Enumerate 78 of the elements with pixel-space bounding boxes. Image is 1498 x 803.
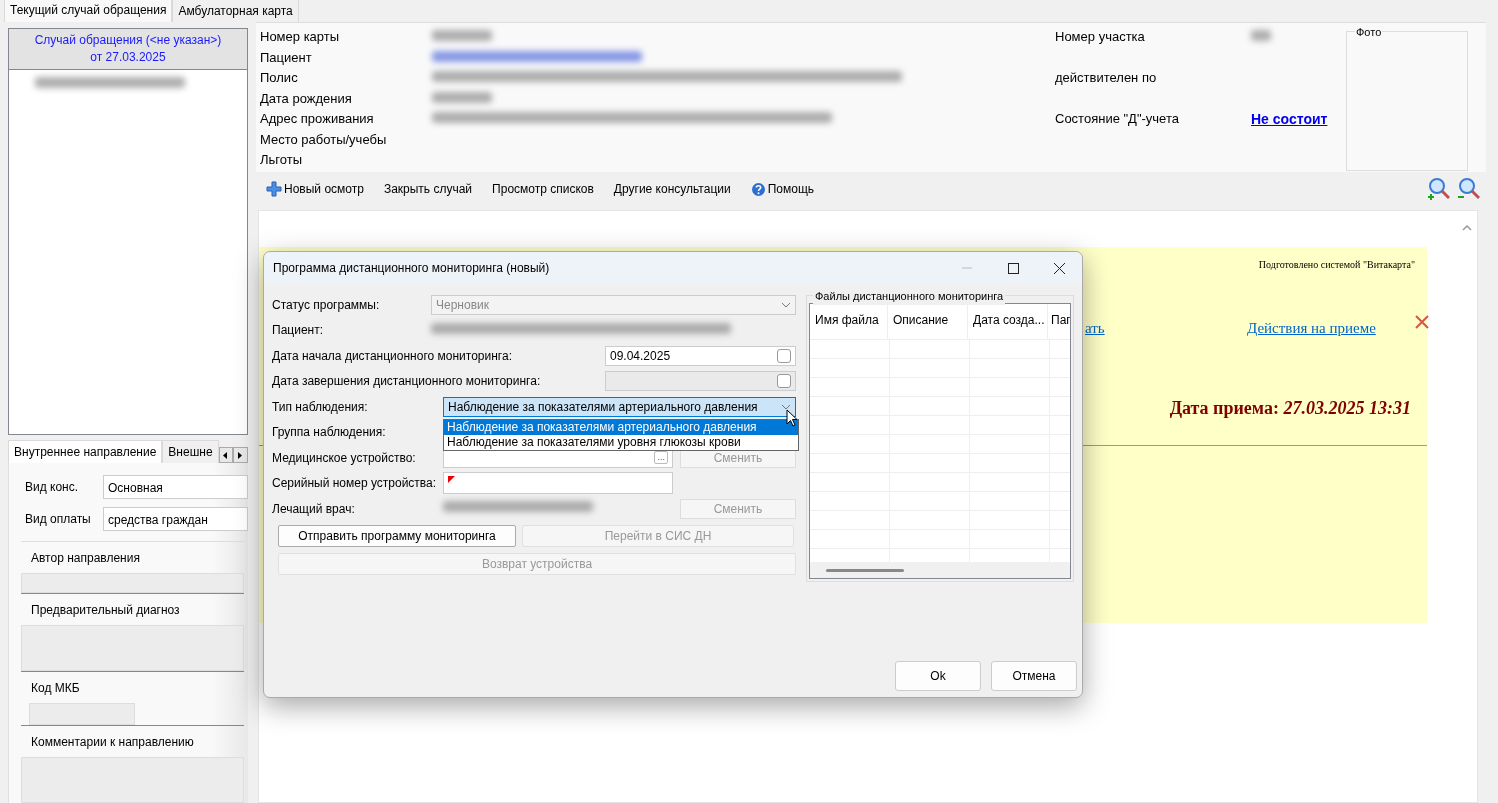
field-label: Полис <box>260 69 299 87</box>
footer-note: Подготовлено системой "Витакарта" <box>1258 258 1415 272</box>
status-link[interactable]: Не состоит <box>1251 111 1328 127</box>
field-label: Медицинское устройство: <box>272 449 417 467</box>
close-icon <box>1415 315 1429 329</box>
input-field[interactable] <box>443 472 673 495</box>
toolbar-button[interactable]: Помощь <box>740 180 825 198</box>
toolbar-button[interactable]: Новый осмотр <box>256 180 374 198</box>
plus-icon <box>266 181 282 197</box>
zoom-in-icon <box>1428 177 1450 201</box>
input-field[interactable] <box>21 573 244 593</box>
chevron-icon <box>781 301 791 308</box>
field-label: Дата начала дистанционного мониторинга: <box>272 347 513 365</box>
column-header[interactable]: Имя файла <box>810 304 888 339</box>
redacted-text <box>432 91 492 103</box>
toolbar-button[interactable]: Просмотр списков <box>482 180 604 198</box>
column-header[interactable]: Паг <box>1048 304 1070 339</box>
scroll-up-icon <box>1462 225 1472 231</box>
field-label: Адрес проживания <box>260 110 375 128</box>
text-area[interactable] <box>21 625 244 671</box>
column-header[interactable]: Описание <box>888 304 968 339</box>
field-label: Вид оплаты <box>25 511 92 528</box>
redacted-text <box>1251 30 1271 41</box>
section-label: Комментарии к направлению <box>30 734 195 751</box>
scroll-right-button[interactable] <box>233 447 248 463</box>
field-label: Вид конс. <box>25 479 80 496</box>
combo-box[interactable]: Наблюдение за показателями артериального давления <box>443 396 796 417</box>
dropdown-option[interactable]: Наблюдение за показателями уровня глюкозы крови <box>444 435 798 450</box>
tab[interactable]: Внутреннее направление <box>8 440 163 463</box>
date-field[interactable]: 09.04.2025 <box>605 345 796 366</box>
combo-field[interactable]: Основная <box>103 475 248 499</box>
document-link[interactable]: ать <box>1085 317 1105 340</box>
toolbar-button[interactable]: Другие консультации <box>603 180 741 198</box>
redacted-text <box>432 30 492 41</box>
dialog-title: Программа дистанционного мониторинга (новый) <box>273 260 550 277</box>
section-label: Автор направления <box>30 550 141 567</box>
chevron-icon <box>781 403 791 410</box>
toolbar-button[interactable]: Закрыть случай <box>373 180 483 198</box>
field-label: Номер карты <box>260 28 341 46</box>
combo-field[interactable]: средства граждан <box>103 507 248 531</box>
zoom-out-icon <box>1458 177 1480 201</box>
case-date: от 27.03.2025 <box>89 49 167 66</box>
maximize-icon <box>1007 262 1019 274</box>
caret-left-icon <box>223 451 229 459</box>
tab[interactable]: Внешне <box>162 440 219 463</box>
visit-date: Дата приема: 27.03.2025 13:31 <box>1169 397 1411 420</box>
case-title: Случай обращения (<не указан>) <box>33 32 223 49</box>
section-label: Предварительный диагноз <box>30 602 181 619</box>
action-button[interactable]: Отправить программу мониторинга <box>278 524 516 547</box>
field-label: Группа наблюдения: <box>272 424 387 442</box>
field-label: Тип наблюдения: <box>272 398 369 416</box>
field-label: Серийный номер устройства: <box>272 475 438 493</box>
field-label: Состояние "Д"-учета <box>1055 110 1180 128</box>
field-label: Пациент: <box>272 322 324 340</box>
actions-link[interactable]: Действия на приеме <box>1247 317 1376 340</box>
field-label: Лечащий врач: <box>272 500 356 518</box>
field-label: Пациент <box>260 48 313 67</box>
field-label: Дата рождения <box>260 89 353 108</box>
tab[interactable]: Текущий случай обращения <box>4 0 173 22</box>
close-icon <box>1053 262 1065 274</box>
column-header[interactable]: Дата созда... <box>968 304 1048 339</box>
field-label: действителен по <box>1055 69 1158 88</box>
field-label: Номер участка <box>1055 28 1146 46</box>
field-label: Место работы/учебы <box>260 130 388 149</box>
checkbox[interactable] <box>777 348 791 363</box>
section-label: Код МКБ <box>30 680 81 697</box>
tab[interactable]: Амбулаторная карта <box>172 0 299 22</box>
help-icon <box>750 181 766 197</box>
scrollbar-thumb[interactable] <box>826 568 904 572</box>
dropdown-option[interactable]: Наблюдение за показателями артериального давления <box>444 420 798 435</box>
input-field[interactable] <box>29 703 135 725</box>
text-area[interactable] <box>21 757 244 803</box>
dialog-button[interactable]: Ok <box>895 661 981 691</box>
field-label: Льготы <box>260 151 303 169</box>
field-label: Статус программы: <box>272 296 381 314</box>
field-label: Дата завершения дистанционного мониторинга: <box>272 373 542 391</box>
dialog-button[interactable]: Отмена <box>991 661 1077 691</box>
caret-right-icon <box>238 451 244 459</box>
